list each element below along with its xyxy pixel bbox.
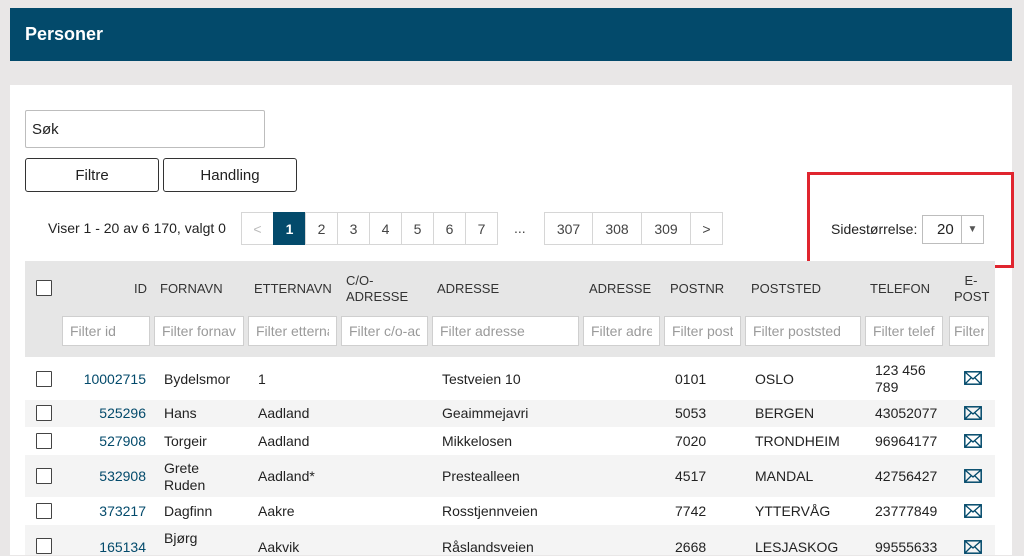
cell-id[interactable]: 10002715 xyxy=(80,371,146,388)
column-header-epost[interactable]: E-POST xyxy=(954,273,989,305)
cell-telefon: 99555633 xyxy=(875,539,938,555)
page-header: Personer xyxy=(10,8,1012,61)
envelope-icon[interactable] xyxy=(964,434,982,448)
cell-postnr: 0101 xyxy=(675,371,707,387)
column-header-telefon[interactable]: TELEFON xyxy=(870,281,930,297)
cell-telefon: 42756427 xyxy=(875,468,938,484)
page-button[interactable]: 5 xyxy=(401,212,434,245)
filter-poststed-input[interactable] xyxy=(745,316,861,346)
filter-adresse2-input[interactable] xyxy=(583,316,660,346)
results-summary: Viser 1 - 20 av 6 170, valgt 0 xyxy=(48,220,226,236)
page-button[interactable]: 6 xyxy=(433,212,466,245)
cell-etternavn: 1 xyxy=(258,371,266,387)
cell-fornavn: Dagfinn xyxy=(164,503,213,519)
next-page-button[interactable]: > xyxy=(690,212,723,245)
page-button[interactable]: 307 xyxy=(544,212,593,245)
page-button[interactable]: 4 xyxy=(369,212,402,245)
filter-postnr-input[interactable] xyxy=(664,316,741,346)
column-header-postnr[interactable]: POSTNR xyxy=(670,281,724,297)
filter-fornavn-input[interactable] xyxy=(154,316,244,346)
cell-adresse: Geaimmejavri xyxy=(442,405,529,421)
cell-etternavn: Aakvik xyxy=(258,539,300,555)
pagination-group-start: < 1 2 3 4 5 6 7 xyxy=(241,212,498,245)
cell-telefon: 96964177 xyxy=(875,433,938,449)
filter-adresse-input[interactable] xyxy=(432,316,579,346)
cell-postnr: 7020 xyxy=(675,433,707,449)
envelope-icon[interactable] xyxy=(964,406,982,420)
page-button[interactable]: 1 xyxy=(273,212,306,245)
cell-poststed: BERGEN xyxy=(755,405,815,421)
chevron-right-icon: > xyxy=(702,220,711,237)
cell-poststed: TRONDHEIM xyxy=(755,433,840,449)
row-checkbox[interactable] xyxy=(36,468,52,484)
cell-fornavn: Torgeir xyxy=(164,433,207,449)
filter-button[interactable]: Filtre xyxy=(25,158,159,192)
envelope-icon[interactable] xyxy=(964,504,982,518)
page-button[interactable]: 3 xyxy=(337,212,370,245)
page-button[interactable]: 7 xyxy=(465,212,498,245)
filter-id-input[interactable] xyxy=(62,316,150,346)
page-button[interactable]: 308 xyxy=(592,212,642,245)
cell-postnr: 7742 xyxy=(675,503,707,519)
cell-poststed: YTTERVÅG xyxy=(755,503,831,519)
cell-id[interactable]: 527908 xyxy=(80,433,146,450)
select-all-checkbox[interactable] xyxy=(36,280,52,296)
page-button[interactable]: 309 xyxy=(641,212,691,245)
column-header-fornavn[interactable]: FORNAVN xyxy=(160,281,223,297)
cell-etternavn: Aadland xyxy=(258,405,310,421)
cell-id[interactable]: 525296 xyxy=(80,405,146,422)
cell-etternavn: Aadland xyxy=(258,433,310,449)
column-header-id[interactable]: ID xyxy=(134,281,147,297)
cell-adresse: Testveien 10 xyxy=(442,371,521,387)
envelope-icon[interactable] xyxy=(964,540,982,554)
row-checkbox[interactable] xyxy=(36,538,52,554)
search-input[interactable] xyxy=(25,110,265,148)
column-header-poststed[interactable]: POSTSTED xyxy=(751,281,821,297)
page-size-highlight-box xyxy=(807,172,1014,268)
cell-id[interactable]: 165134 xyxy=(80,539,146,556)
column-header-adresse[interactable]: ADRESSE xyxy=(437,281,499,297)
filter-etternavn-input[interactable] xyxy=(248,316,337,346)
pagination-ellipsis: ... xyxy=(514,220,526,236)
cell-adresse: Prestealleen xyxy=(442,468,520,484)
column-header-adresse2[interactable]: ADRESSE xyxy=(589,281,651,297)
cell-telefon: 23777849 xyxy=(875,503,938,519)
action-button[interactable]: Handling xyxy=(163,158,297,192)
cell-etternavn: Aadland* xyxy=(258,468,315,484)
page-button[interactable]: 2 xyxy=(305,212,338,245)
filter-co-adresse-input[interactable] xyxy=(341,316,428,346)
envelope-icon[interactable] xyxy=(964,371,982,385)
cell-postnr: 4517 xyxy=(675,468,707,484)
row-checkbox[interactable] xyxy=(36,371,52,387)
cell-id[interactable]: 373217 xyxy=(80,503,146,520)
cell-fornavn: Hans xyxy=(164,405,197,421)
cell-postnr: 2668 xyxy=(675,539,707,555)
cell-id[interactable]: 532908 xyxy=(80,468,146,485)
filter-epost-input[interactable] xyxy=(949,316,989,346)
cell-fornavn: Bydelsmor xyxy=(164,371,231,387)
cell-fornavn: Bjørg xyxy=(164,530,198,546)
prev-page-button[interactable]: < xyxy=(241,212,274,245)
cell-etternavn: Aakre xyxy=(258,503,295,519)
cell-adresse: Mikkelosen xyxy=(442,433,513,449)
chevron-left-icon: < xyxy=(253,220,262,237)
cell-telefon: 43052077 xyxy=(875,405,938,421)
column-header-co-adresse[interactable]: C/O-ADRESSE xyxy=(346,273,416,305)
cell-poststed: LESJASKOG xyxy=(755,539,839,555)
cell-adresse: Rosstjennveien xyxy=(442,503,538,519)
pagination-group-end: 307 308 309 > xyxy=(544,212,723,245)
row-checkbox[interactable] xyxy=(36,503,52,519)
column-header-etternavn[interactable]: ETTERNAVN xyxy=(254,281,332,297)
cell-poststed: OSLO xyxy=(755,371,794,387)
cell-postnr: 5053 xyxy=(675,405,707,421)
filter-telefon-input[interactable] xyxy=(865,316,943,346)
page-title: Personer xyxy=(25,24,104,44)
row-checkbox[interactable] xyxy=(36,433,52,449)
cell-adresse: Råslandsveien xyxy=(442,539,534,555)
cell-telefon: 123 456 789 xyxy=(875,362,926,395)
cell-fornavn: Grete Ruden xyxy=(164,460,206,493)
envelope-icon[interactable] xyxy=(964,469,982,483)
row-checkbox[interactable] xyxy=(36,405,52,421)
cell-poststed: MANDAL xyxy=(755,468,814,484)
